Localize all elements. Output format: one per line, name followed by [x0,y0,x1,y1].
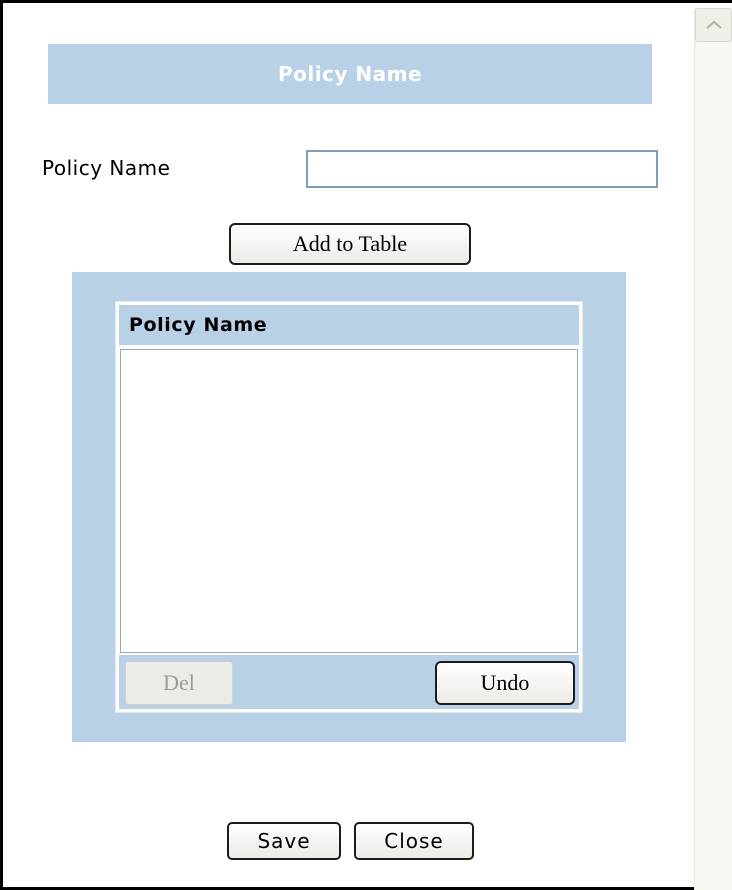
close-button[interactable]: Close [354,822,474,860]
del-button[interactable]: Del [125,661,233,705]
add-to-table-button[interactable]: Add to Table [229,223,471,265]
save-button[interactable]: Save [227,822,341,860]
chevron-up-icon [706,20,722,29]
policy-name-input[interactable] [306,150,658,188]
page-title: Policy Name [48,44,652,104]
policy-name-label: Policy Name [42,156,171,180]
policy-table: Policy Name Del Undo [115,301,583,713]
table-header-policy-name: Policy Name [119,305,579,347]
table-footer: Del Undo [119,655,579,709]
policy-table-panel: Policy Name Del Undo [72,272,626,742]
vertical-scrollbar[interactable] [694,8,732,890]
undo-button[interactable]: Undo [435,661,575,705]
scroll-up-button[interactable] [695,8,732,42]
table-body[interactable] [120,349,578,653]
